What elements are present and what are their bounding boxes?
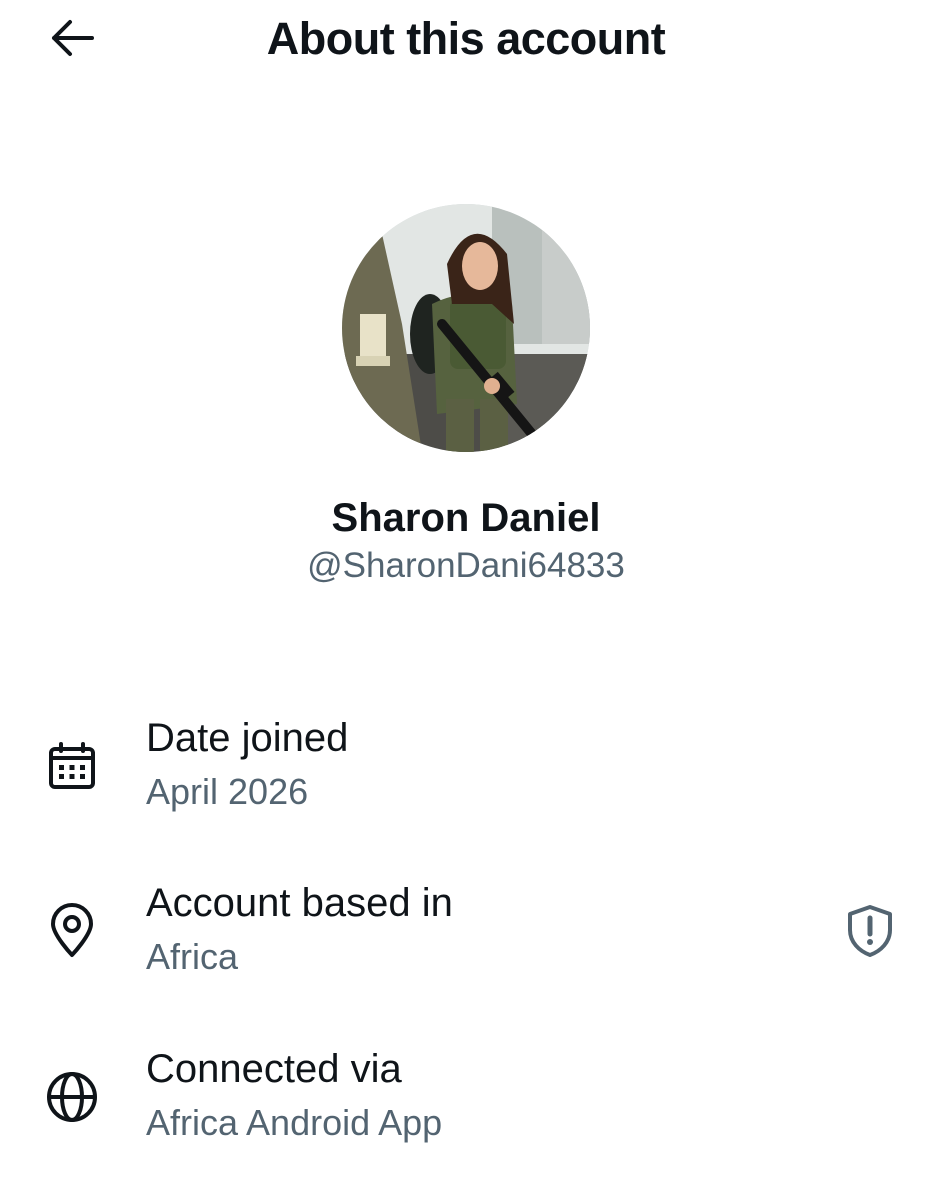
shield-alert-icon[interactable] [842,903,898,959]
top-bar: About this account [0,0,932,80]
date-joined-value: April 2026 [146,771,309,812]
calendar-icon [44,738,100,794]
date-joined-row: Date joined April 2026 [0,712,932,832]
globe-icon [44,1069,100,1125]
profile-handle: @SharonDani64833 [307,546,625,585]
connected-via-row: Connected via Africa Android App [0,1043,932,1163]
date-joined-label: Date joined [146,716,349,760]
account-based-in-label: Account based in [146,881,453,925]
avatar[interactable] [342,204,590,452]
location-pin-icon [44,903,100,959]
account-based-in-row: Account based in Africa [0,877,932,997]
connected-via-label: Connected via [146,1047,402,1091]
profile-name: Sharon Daniel [331,496,601,540]
connected-via-value: Africa Android App [146,1102,443,1143]
page-title: About this account [266,13,666,64]
account-based-in-value: Africa [146,936,239,977]
